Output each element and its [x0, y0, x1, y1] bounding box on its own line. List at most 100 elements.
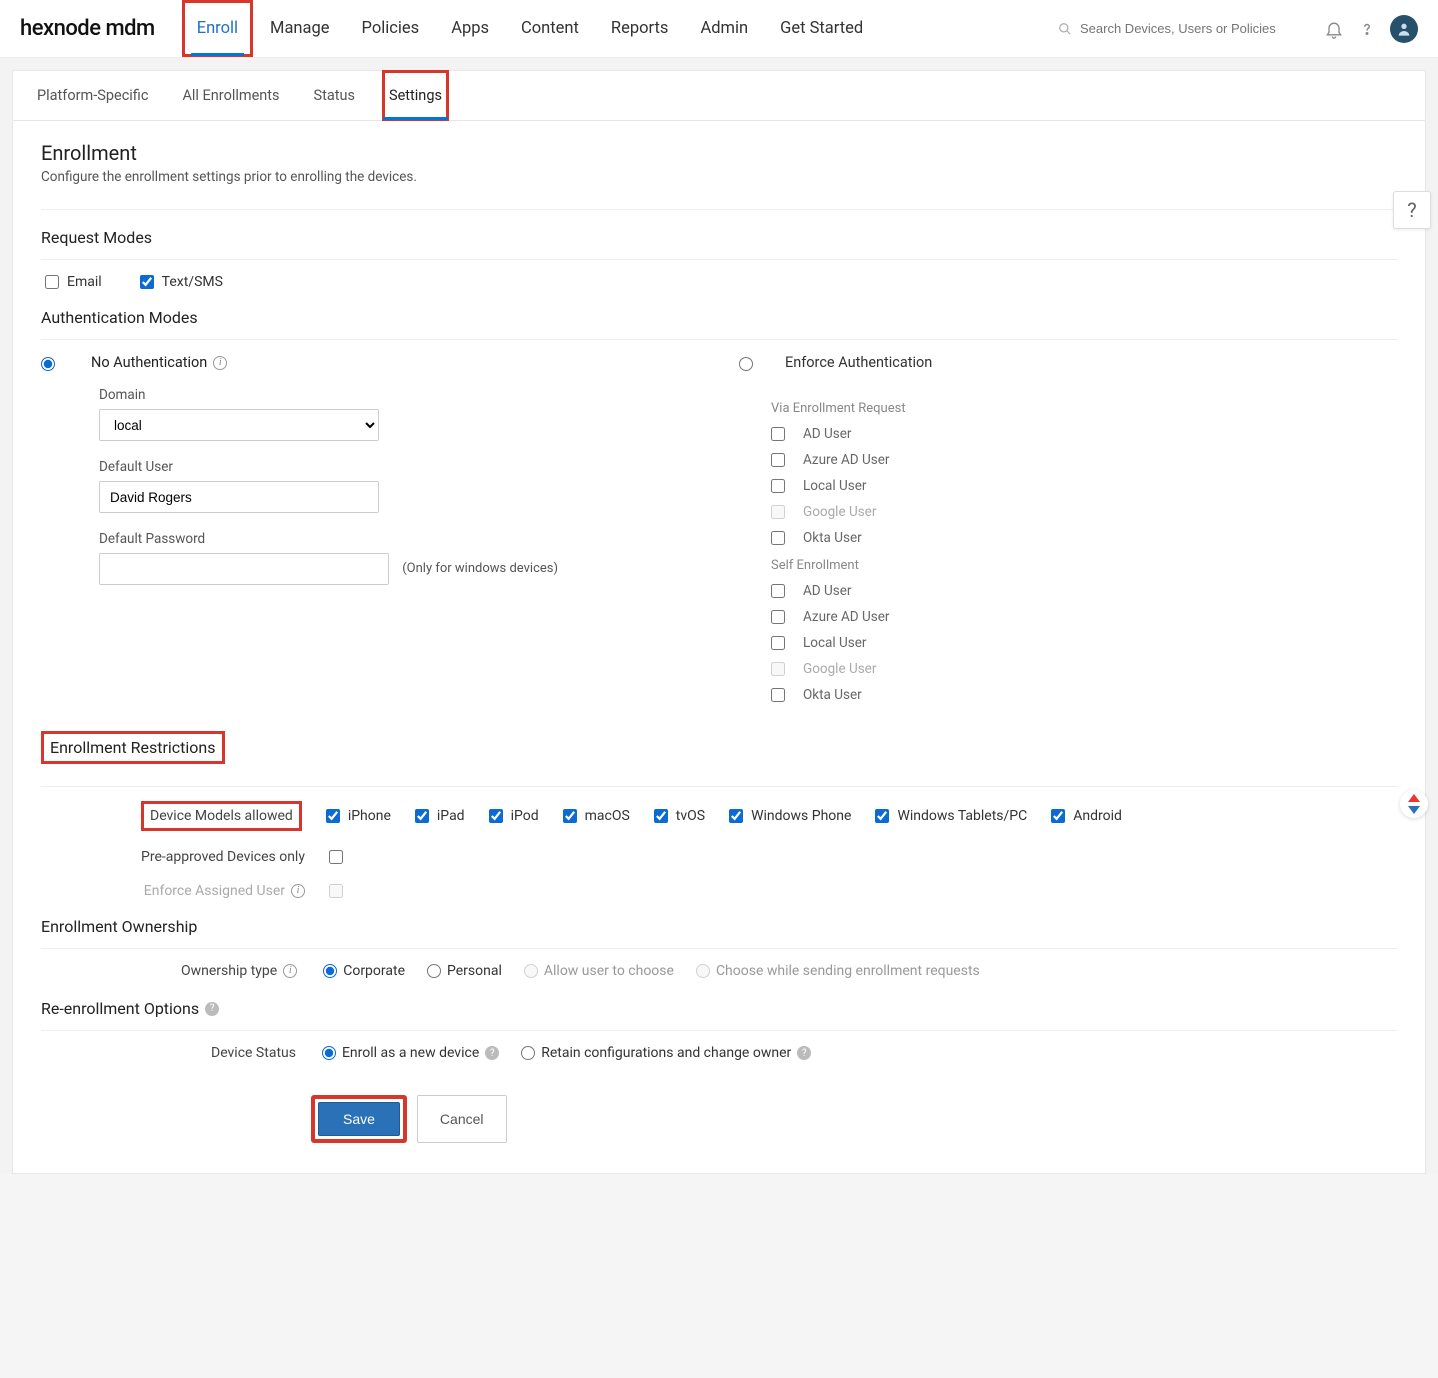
- model-wintablet-cb[interactable]: [875, 809, 889, 823]
- question-icon[interactable]: ?: [485, 1046, 499, 1060]
- domain-select[interactable]: local: [99, 409, 379, 441]
- section-restrictions: Enrollment Restrictions: [41, 731, 225, 764]
- self-local-user-cb[interactable]: [771, 636, 785, 650]
- search-input[interactable]: [1080, 21, 1300, 36]
- ownership-personal[interactable]: Personal: [427, 963, 502, 979]
- nav-policies[interactable]: Policies: [348, 1, 434, 56]
- no-auth-radio-row[interactable]: No Authentication i: [41, 354, 699, 371]
- nav-admin[interactable]: Admin: [686, 1, 762, 56]
- model-tvos-cb[interactable]: [654, 809, 668, 823]
- model-iphone[interactable]: iPhone: [326, 808, 391, 824]
- default-password-input[interactable]: [99, 553, 389, 585]
- settings-panel: ? Enrollment Configure the enrollment se…: [12, 121, 1426, 1174]
- via-google-user-cb: [771, 505, 785, 519]
- via-ad-user-label: AD User: [803, 426, 851, 442]
- enforce-assigned-label: Enforce Assigned User: [144, 883, 285, 899]
- model-macos[interactable]: macOS: [563, 808, 630, 824]
- via-okta-user-cb[interactable]: [771, 531, 785, 545]
- section-ownership: Enrollment Ownership: [41, 917, 1397, 936]
- model-ipod[interactable]: iPod: [489, 808, 539, 824]
- via-local-user-cb[interactable]: [771, 479, 785, 493]
- auth-no-auth-col: No Authentication i Domain local Default…: [41, 354, 699, 713]
- via-azure-ad-user-cb[interactable]: [771, 453, 785, 467]
- page-subtitle: Configure the enrollment settings prior …: [41, 169, 1397, 185]
- nav-reports[interactable]: Reports: [597, 1, 683, 56]
- reenroll-new-radio[interactable]: [322, 1046, 336, 1060]
- via-local-user[interactable]: Local User: [771, 478, 1397, 494]
- ownership-corporate-label: Corporate: [343, 963, 405, 979]
- question-icon[interactable]: ?: [797, 1046, 811, 1060]
- model-iphone-cb[interactable]: [326, 809, 340, 823]
- info-icon[interactable]: i: [291, 884, 305, 898]
- model-winphone[interactable]: Windows Phone: [729, 808, 851, 824]
- model-ipod-label: iPod: [511, 808, 539, 824]
- self-ad-user-cb[interactable]: [771, 584, 785, 598]
- request-textsms-checkbox[interactable]: [140, 275, 154, 289]
- ownership-corporate-radio[interactable]: [323, 964, 337, 978]
- preapproved-row: Pre-approved Devices only: [141, 849, 1397, 865]
- ownership-corporate[interactable]: Corporate: [323, 963, 405, 979]
- context-help-button[interactable]: ?: [1393, 191, 1431, 229]
- self-azure-ad-user-cb[interactable]: [771, 610, 785, 624]
- request-textsms[interactable]: Text/SMS: [140, 274, 223, 290]
- model-tvos-label: tvOS: [676, 808, 705, 824]
- reenroll-new[interactable]: Enroll as a new device ?: [322, 1045, 499, 1061]
- auth-enforce-col: Enforce Authentication Via Enrollment Re…: [739, 354, 1397, 713]
- self-ad-user[interactable]: AD User: [771, 583, 1397, 599]
- enforce-auth-radio[interactable]: [739, 357, 753, 371]
- section-request-modes: Request Modes: [41, 228, 1397, 247]
- nav-enroll[interactable]: Enroll: [183, 1, 252, 56]
- request-email[interactable]: Email: [45, 274, 102, 290]
- model-winphone-cb[interactable]: [729, 809, 743, 823]
- via-okta-label: Okta User: [803, 530, 862, 546]
- cancel-button[interactable]: Cancel: [417, 1095, 507, 1143]
- self-google-label: Google User: [803, 661, 876, 677]
- divider: [41, 948, 1397, 949]
- self-okta-user-cb[interactable]: [771, 688, 785, 702]
- model-android[interactable]: Android: [1051, 808, 1122, 824]
- model-ipad[interactable]: iPad: [415, 808, 465, 824]
- self-local-user[interactable]: Local User: [771, 635, 1397, 651]
- nav-apps[interactable]: Apps: [437, 1, 503, 56]
- feedback-widget[interactable]: [1400, 790, 1428, 818]
- reenroll-retain[interactable]: Retain configurations and change owner ?: [521, 1045, 811, 1061]
- info-icon[interactable]: i: [213, 356, 227, 370]
- tab-status[interactable]: Status: [308, 71, 361, 120]
- model-ipod-cb[interactable]: [489, 809, 503, 823]
- via-ad-user[interactable]: AD User: [771, 426, 1397, 442]
- info-icon[interactable]: i: [283, 964, 297, 978]
- model-tvos[interactable]: tvOS: [654, 808, 705, 824]
- help-icon[interactable]: [1358, 20, 1376, 38]
- request-email-checkbox[interactable]: [45, 275, 59, 289]
- save-button[interactable]: Save: [318, 1102, 400, 1136]
- logo: hexnode mdm: [20, 16, 155, 41]
- enforce-auth-radio-row[interactable]: Enforce Authentication: [739, 354, 1397, 385]
- tab-platform-specific[interactable]: Platform-Specific: [31, 71, 154, 120]
- question-icon[interactable]: ?: [205, 1002, 219, 1016]
- reenroll-retain-radio[interactable]: [521, 1046, 535, 1060]
- nav-content[interactable]: Content: [507, 1, 593, 56]
- bell-icon[interactable]: [1324, 19, 1344, 39]
- model-macos-cb[interactable]: [563, 809, 577, 823]
- model-android-cb[interactable]: [1051, 809, 1065, 823]
- no-auth-radio[interactable]: [41, 357, 55, 371]
- model-ipad-cb[interactable]: [415, 809, 429, 823]
- user-icon: [1396, 21, 1412, 37]
- tab-all-enrollments[interactable]: All Enrollments: [176, 71, 285, 120]
- model-wintablet[interactable]: Windows Tablets/PC: [875, 808, 1027, 824]
- via-okta-user[interactable]: Okta User: [771, 530, 1397, 546]
- preapproved-checkbox[interactable]: [329, 850, 343, 864]
- self-azure-ad-user[interactable]: Azure AD User: [771, 609, 1397, 625]
- default-user-input[interactable]: [99, 481, 379, 513]
- nav-manage[interactable]: Manage: [256, 1, 343, 56]
- self-enrollment-label: Self Enrollment: [771, 558, 1397, 573]
- save-highlight: Save: [311, 1095, 407, 1143]
- ownership-personal-radio[interactable]: [427, 964, 441, 978]
- self-azure-label: Azure AD User: [803, 609, 889, 625]
- self-okta-user[interactable]: Okta User: [771, 687, 1397, 703]
- nav-getstarted[interactable]: Get Started: [766, 1, 877, 56]
- tab-settings[interactable]: Settings: [383, 71, 448, 120]
- via-ad-user-cb[interactable]: [771, 427, 785, 441]
- avatar[interactable]: [1390, 15, 1418, 43]
- via-azure-ad-user[interactable]: Azure AD User: [771, 452, 1397, 468]
